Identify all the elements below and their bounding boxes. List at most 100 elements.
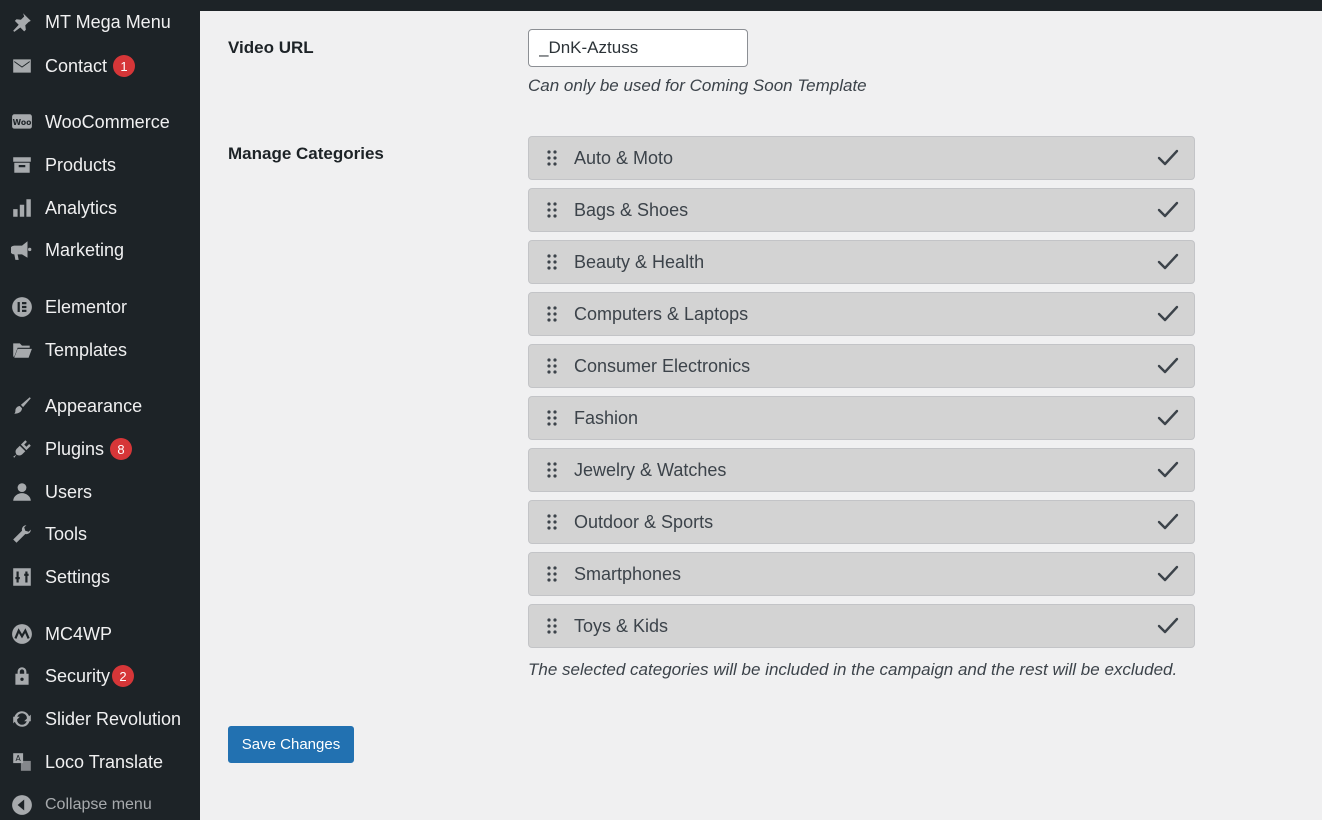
mail-icon [10,54,34,78]
category-name: Fashion [574,407,639,428]
drag-handle-icon[interactable] [544,252,560,272]
sidebar-item-contact[interactable]: Contact 1 [0,49,200,83]
save-changes-button[interactable]: Save Changes [228,726,354,763]
drag-handle-icon[interactable] [544,304,560,324]
checkmark-icon[interactable] [1156,198,1180,222]
sidebar-item-label: Contact [45,55,108,76]
checkmark-icon[interactable] [1156,458,1180,482]
svg-text:Woo: Woo [13,118,32,127]
sidebar-item-label: Elementor [45,296,128,317]
checkmark-icon[interactable] [1156,406,1180,430]
category-name: Bags & Shoes [574,199,689,220]
bar-chart-icon [10,196,34,220]
categories-description: The selected categories will be included… [528,660,1178,679]
sidebar-item-elementor[interactable]: Elementor [0,290,200,324]
drag-handle-icon[interactable] [544,148,560,168]
category-item[interactable]: Toys & Kids [528,604,1195,648]
drag-handle-icon[interactable] [544,460,560,480]
checkmark-icon[interactable] [1156,354,1180,378]
category-item[interactable]: Smartphones [528,552,1195,596]
sidebar-item-label: Settings [45,566,111,587]
sidebar-item-marketing[interactable]: Marketing [0,233,200,267]
svg-text:A: A [16,754,22,763]
wrench-icon [10,522,34,546]
sidebar-item-analytics[interactable]: Analytics [0,191,200,225]
pin-icon [10,10,34,34]
collapse-arrow-icon [10,793,34,817]
drag-handle-icon[interactable] [544,512,560,532]
checkmark-icon[interactable] [1156,302,1180,326]
category-item[interactable]: Bags & Shoes [528,188,1195,232]
sidebar-item-label: Appearance [45,395,143,416]
category-item[interactable]: Beauty & Health [528,240,1195,284]
sidebar-item-label: Templates [45,339,128,360]
category-item[interactable]: Fashion [528,396,1195,440]
manage-categories-label: Manage Categories [228,144,384,163]
notification-badge: 8 [110,438,133,460]
sidebar-item-appearance[interactable]: Appearance [0,389,200,423]
sidebar-item-plugins[interactable]: Plugins 8 [0,432,200,466]
sidebar-item-label: Marketing [45,239,125,260]
sidebar-item-mc4wp[interactable]: MC4WP [0,617,200,651]
sidebar-item-slider-revolution[interactable]: Slider Revolution [0,702,200,736]
notification-badge: 2 [112,665,135,687]
checkmark-icon[interactable] [1156,250,1180,274]
elementor-icon [10,295,34,319]
sidebar-item-woocommerce[interactable]: Woo WooCommerce [0,105,200,139]
sidebar-item-products[interactable]: Products [0,148,200,182]
settings-content: Video URL Can only be used for Coming So… [200,11,1322,820]
category-item[interactable]: Computers & Laptops [528,292,1195,336]
lock-icon [10,664,34,688]
category-item[interactable]: Consumer Electronics [528,344,1195,388]
sidebar-item-templates[interactable]: Templates [0,333,200,367]
category-name: Jewelry & Watches [574,459,727,480]
sidebar-item-settings[interactable]: Settings [0,560,200,594]
woocommerce-icon: Woo [10,110,34,134]
drag-handle-icon[interactable] [544,200,560,220]
sidebar-item-security[interactable]: Security 2 [0,659,200,693]
checkmark-icon[interactable] [1156,614,1180,638]
category-item[interactable]: Outdoor & Sports [528,500,1195,544]
sidebar-item-label: Users [45,481,93,502]
admin-sidebar: MT Mega Menu Contact 1 Woo WooCommerce P… [0,0,200,820]
megaphone-icon [10,238,34,262]
sidebar-item-label: Analytics [45,197,118,218]
sidebar-item-tools[interactable]: Tools [0,517,200,551]
category-name: Toys & Kids [574,615,669,636]
category-item[interactable]: Jewelry & Watches [528,448,1195,492]
category-name: Smartphones [574,563,682,584]
mc4wp-icon [10,622,34,646]
user-icon [10,480,34,504]
video-url-input[interactable] [528,29,748,67]
sidebar-item-label: Plugins [45,438,105,459]
sidebar-item-users[interactable]: Users [0,475,200,509]
folder-icon [10,338,34,362]
sidebar-item-label: Products [45,154,117,175]
translate-icon: A [10,750,34,774]
category-name: Auto & Moto [574,147,674,168]
refresh-icon [10,707,34,731]
notification-badge: 1 [113,55,136,77]
sidebar-item-label: WooCommerce [45,111,170,132]
checkmark-icon[interactable] [1156,510,1180,534]
checkmark-icon[interactable] [1156,562,1180,586]
drag-handle-icon[interactable] [544,564,560,584]
sidebar-item-mt-mega-menu[interactable]: MT Mega Menu [0,5,200,39]
archive-icon [10,153,34,177]
sidebar-item-label: MT Mega Menu [45,11,171,32]
collapse-menu-label: Collapse menu [45,796,152,813]
category-name: Beauty & Health [574,251,705,272]
drag-handle-icon[interactable] [544,356,560,376]
sidebar-item-label: Loco Translate [45,751,164,772]
sliders-icon [10,565,34,589]
checkmark-icon[interactable] [1156,146,1180,170]
category-name: Outdoor & Sports [574,511,714,532]
category-name: Computers & Laptops [574,303,749,324]
category-item[interactable]: Auto & Moto [528,136,1195,180]
sidebar-item-label: Slider Revolution [45,708,182,729]
drag-handle-icon[interactable] [544,408,560,428]
video-url-description: Can only be used for Coming Soon Templat… [528,76,867,95]
sidebar-item-loco-translate[interactable]: A Loco Translate [0,745,200,779]
collapse-menu-button[interactable]: Collapse menu [0,788,200,820]
drag-handle-icon[interactable] [544,616,560,636]
